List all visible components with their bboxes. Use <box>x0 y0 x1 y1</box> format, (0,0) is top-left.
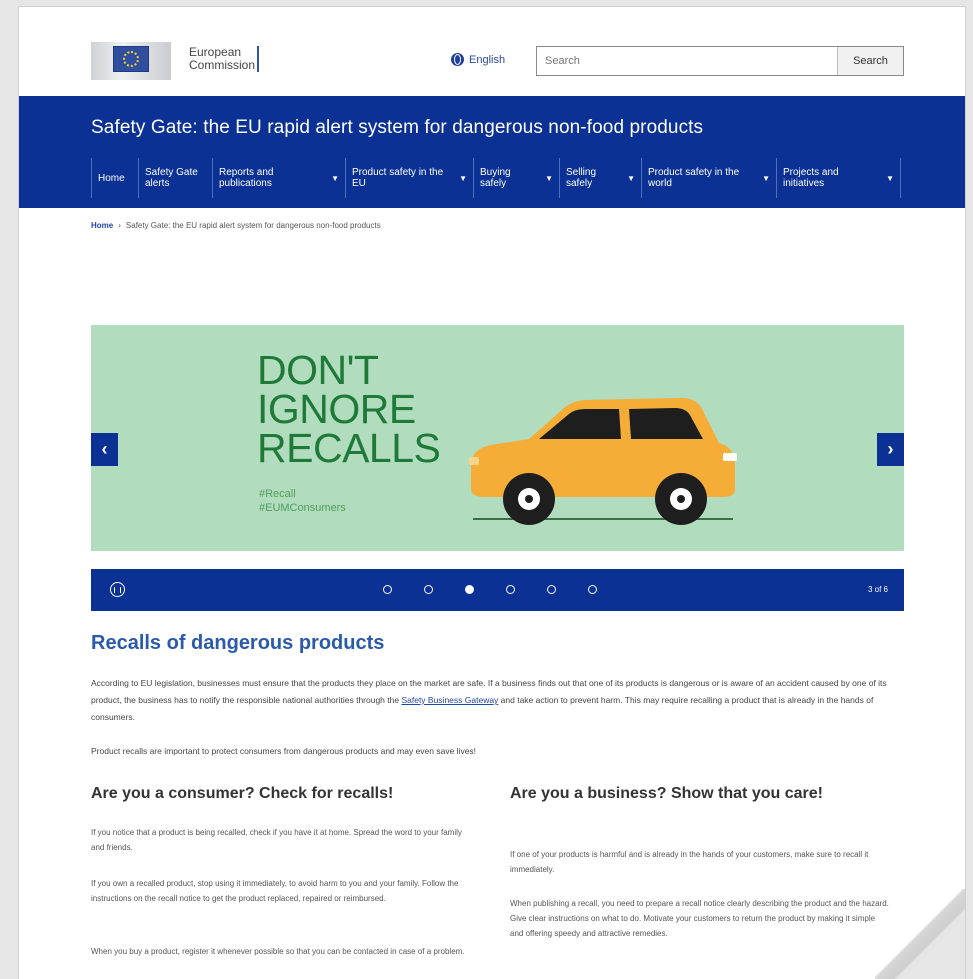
site-banner: Safety Gate: the EU rapid alert system f… <box>19 96 965 208</box>
hashtag: #EUMConsumers <box>259 502 346 514</box>
nav-item-label: Product safety in the EU <box>352 167 444 189</box>
slide-counter: 3 of 6 <box>867 585 888 594</box>
carousel-dot[interactable] <box>547 585 556 594</box>
chevron-left-icon: ‹ <box>101 439 108 459</box>
site-title[interactable]: Safety Gate: the EU rapid alert system f… <box>91 117 703 139</box>
consumer-heading: Are you a consumer? Check for recalls! <box>91 785 394 802</box>
globe-icon <box>451 53 464 66</box>
logo-divider <box>257 46 259 72</box>
nav-item-projects[interactable]: Projects and initiatives ▼ <box>776 158 901 198</box>
chevron-right-icon: › <box>887 439 894 459</box>
chevron-down-icon: ▼ <box>886 173 894 183</box>
nav-item-safety-gate-alerts[interactable]: Safety Gate alerts <box>138 158 212 198</box>
carousel-dots <box>383 585 597 594</box>
headline-line: DON'T <box>257 347 379 393</box>
business-heading: Are you a business? Show that you care! <box>510 785 823 802</box>
section-title: Recalls of dangerous products <box>91 632 385 654</box>
nav-item-product-safety-eu[interactable]: Product safety in the EU ▼ <box>345 158 473 198</box>
safety-business-gateway-link[interactable]: Safety Business Gateway <box>401 695 498 705</box>
headline-line: RECALLS <box>257 425 441 471</box>
main-navigation: Home Safety Gate alerts Reports and publ… <box>91 158 901 198</box>
nav-item-product-safety-world[interactable]: Product safety in the world ▼ <box>641 158 776 198</box>
nav-item-label: Home <box>98 172 125 184</box>
breadcrumb-current: Safety Gate: the EU rapid alert system f… <box>125 221 381 230</box>
nav-item-label: Selling safely <box>566 167 597 189</box>
site-header: European Commission English Search <box>19 7 965 96</box>
business-paragraph: When publishing a recall, you need to pr… <box>510 899 889 938</box>
carousel-slide[interactable]: DON'T IGNORE RECALLS #Recall #EUMConsume… <box>91 325 904 551</box>
carousel-next-button[interactable]: › <box>877 433 904 466</box>
breadcrumb-separator-icon: › <box>118 221 121 230</box>
nav-item-label: Product safety in the world <box>648 167 740 189</box>
breadcrumb: Home › Safety Gate: the EU rapid alert s… <box>91 221 381 230</box>
consumer-paragraph: If you own a recalled product, stop usin… <box>91 879 459 903</box>
pause-icon[interactable] <box>110 582 125 597</box>
nav-item-label: Projects and initiatives <box>783 167 839 189</box>
chevron-down-icon: ▼ <box>331 173 339 183</box>
carousel-controls: 3 of 6 <box>91 569 904 611</box>
nav-item-label: Reports and publications <box>219 167 274 189</box>
carousel-prev-button[interactable]: ‹ <box>91 433 118 466</box>
browser-page: European Commission English Search Safet… <box>18 6 966 979</box>
search-input[interactable] <box>537 47 837 75</box>
recall-importance-paragraph: Product recalls are important to protect… <box>91 746 477 756</box>
ec-building-logo-icon <box>91 36 181 82</box>
language-selector[interactable]: English <box>451 53 505 66</box>
consumer-paragraph: If you notice that a product is being re… <box>91 828 462 852</box>
nav-item-label: Safety Gate alerts <box>145 167 198 189</box>
chevron-down-icon: ▼ <box>627 173 635 183</box>
carousel-dot-active[interactable] <box>465 585 474 594</box>
nav-item-label: Buying safely <box>480 167 511 189</box>
slide-headline: DON'T IGNORE RECALLS <box>257 347 441 471</box>
nav-item-buying-safely[interactable]: Buying safely ▼ <box>473 158 559 198</box>
carousel-dot[interactable] <box>424 585 433 594</box>
headline-line: IGNORE <box>257 386 416 432</box>
nav-item-home[interactable]: Home <box>91 158 138 198</box>
search-button[interactable]: Search <box>837 47 903 75</box>
chevron-down-icon: ▼ <box>762 173 770 183</box>
intro-paragraph: According to EU legislation, businesses … <box>91 675 891 726</box>
carousel-dot[interactable] <box>383 585 392 594</box>
car-illustration-icon <box>469 397 737 525</box>
nav-item-reports[interactable]: Reports and publications ▼ <box>212 158 345 198</box>
language-label: English <box>469 53 506 66</box>
chevron-down-icon: ▼ <box>545 173 553 183</box>
business-paragraph: If one of your products is harmful and i… <box>510 850 869 874</box>
slide-hashtags: #Recall #EUMConsumers <box>259 487 346 515</box>
carousel-dot[interactable] <box>588 585 597 594</box>
carousel-dot[interactable] <box>506 585 515 594</box>
logo-text: European Commission <box>189 45 256 72</box>
breadcrumb-home[interactable]: Home <box>91 221 113 230</box>
nav-item-selling-safely[interactable]: Selling safely ▼ <box>559 158 641 198</box>
chevron-down-icon: ▼ <box>459 173 467 183</box>
ec-logo[interactable]: European Commission <box>91 35 281 83</box>
consumer-paragraph: When you buy a product, register it when… <box>91 947 465 956</box>
hashtag: #Recall <box>259 488 296 500</box>
search-form: Search <box>536 46 904 76</box>
